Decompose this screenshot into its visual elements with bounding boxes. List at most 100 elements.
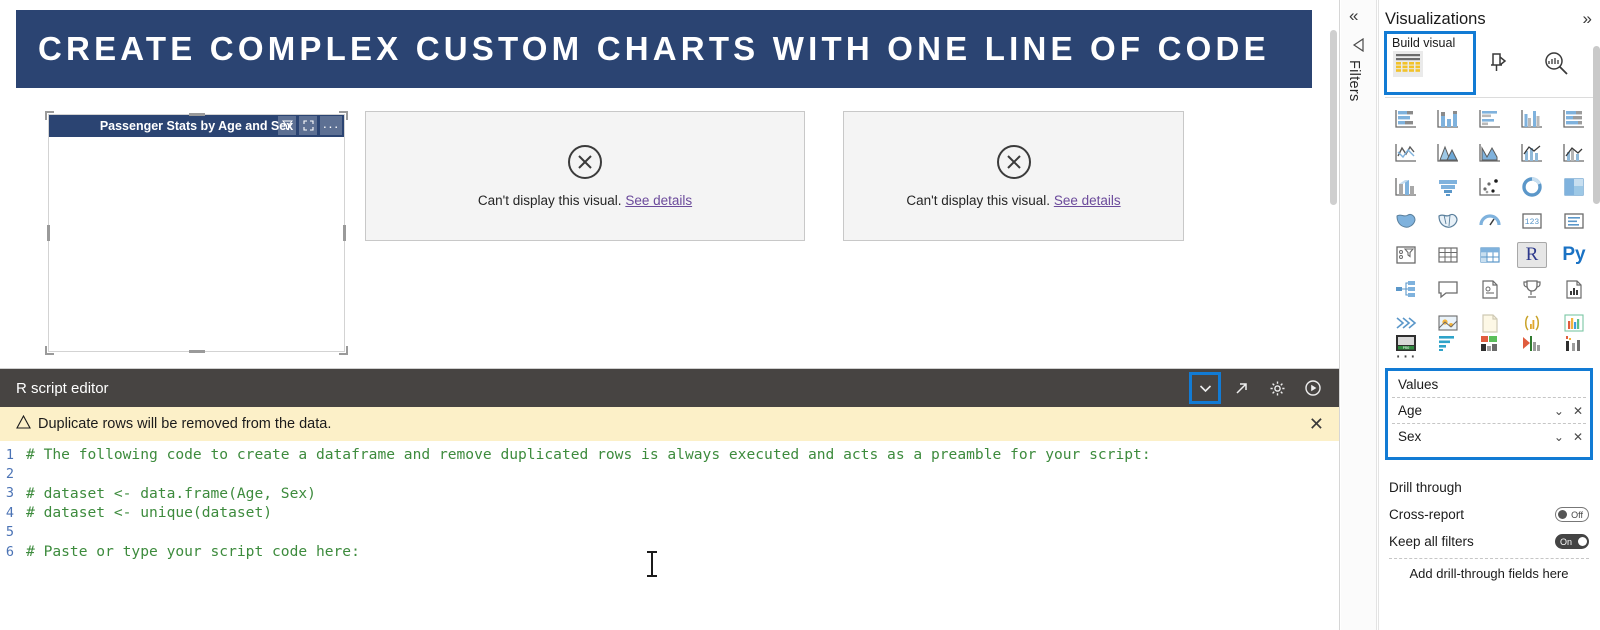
chevron-down-icon[interactable]: ⌄ (1554, 430, 1564, 444)
build-visual-tab[interactable]: Build visual (1384, 31, 1476, 95)
duplicate-rows-warning: Duplicate rows will be removed from the … (0, 407, 1340, 441)
pro-chart-icon[interactable]: PRO (1385, 328, 1427, 357)
filter-funnel-icon[interactable] (1350, 37, 1365, 57)
remove-field-icon[interactable]: ✕ (1573, 430, 1583, 444)
ribbon-chart-icon[interactable] (1385, 172, 1427, 201)
field-pill-age[interactable]: Age ⌄ ✕ (1388, 398, 1590, 423)
collapse-pane-icon[interactable]: « (1349, 6, 1358, 26)
visual-title: Passenger Stats by Age and Sex (99, 119, 294, 133)
resize-handle-top[interactable] (188, 113, 205, 116)
cross-report-row: Cross-report Off (1389, 501, 1595, 528)
r-script-editor: R script editor Duplicate rows will be r… (0, 368, 1340, 630)
funnel-chart-icon[interactable] (1427, 172, 1469, 201)
decomposition-tree-icon[interactable] (1385, 274, 1427, 303)
collapse-chevron-icon[interactable] (1189, 372, 1221, 404)
filters-label[interactable]: Filters (1346, 60, 1362, 102)
resize-handle-right[interactable] (343, 225, 346, 241)
error-x-circle-icon (568, 144, 602, 179)
code-line: 6 # Paste or type your script code here: (0, 542, 1340, 561)
keep-all-filters-toggle[interactable]: On (1555, 534, 1589, 549)
drill-through-dropzone[interactable]: Add drill-through fields here (1389, 562, 1589, 584)
expand-pane-icon[interactable]: » (1583, 9, 1592, 29)
settings-gear-icon[interactable] (1264, 375, 1290, 401)
keep-all-filters-label: Keep all filters (1389, 534, 1474, 549)
clustered-bar-chart-icon[interactable] (1469, 104, 1511, 133)
multi-row-card-icon[interactable] (1553, 206, 1595, 235)
filter-icon[interactable] (278, 116, 296, 135)
qna-icon[interactable] (1427, 274, 1469, 303)
focus-mode-icon[interactable] (299, 116, 317, 135)
gauge-icon[interactable] (1469, 206, 1511, 235)
viz-pane-scrollbar[interactable] (1593, 46, 1600, 204)
code-area[interactable]: 1 # The following code to create a dataf… (0, 441, 1340, 630)
chevron-down-icon[interactable]: ⌄ (1554, 404, 1564, 418)
line-chart-icon[interactable] (1385, 138, 1427, 167)
analytics-icon[interactable] (1539, 46, 1573, 80)
field-pill-sex[interactable]: Sex ⌄ ✕ (1388, 424, 1590, 449)
card-icon[interactable]: 123 (1511, 206, 1553, 235)
remove-field-icon[interactable]: ✕ (1573, 404, 1583, 418)
field-controls: ⌄ ✕ (1554, 430, 1590, 444)
resize-handle-bottom[interactable] (188, 350, 205, 353)
custom-visuals-row: PRO (1385, 328, 1595, 357)
stacked-column-chart-icon[interactable] (1427, 104, 1469, 133)
paginated-report-icon[interactable] (1469, 274, 1511, 303)
filled-map-icon[interactable] (1427, 206, 1469, 235)
error-message-text: Can't display this visual. (906, 192, 1051, 208)
visual-header-actions: ··· (278, 116, 342, 135)
resize-handle-top-left[interactable] (45, 111, 54, 120)
clustered-column-chart-icon[interactable] (1511, 104, 1553, 133)
key-influencers-icon[interactable] (1511, 274, 1553, 303)
app-root: CREATE COMPLEX CUSTOM CHARTS WITH ONE LI… (0, 0, 1600, 630)
editor-tool-buttons (1189, 372, 1340, 404)
area-chart-icon[interactable] (1427, 138, 1469, 167)
donut-chart-icon[interactable] (1511, 172, 1553, 201)
stacked-area-chart-icon[interactable] (1469, 138, 1511, 167)
drill-through-label: Drill through (1389, 480, 1462, 495)
cross-report-label: Cross-report (1389, 507, 1465, 522)
panel-divider (1339, 0, 1340, 630)
field-controls: ⌄ ✕ (1554, 404, 1590, 418)
treemap-icon[interactable] (1553, 172, 1595, 201)
horizontal-bar-icon[interactable] (1427, 328, 1469, 357)
cross-report-toggle[interactable]: Off (1555, 507, 1589, 522)
line-clustered-column-icon[interactable] (1553, 138, 1595, 167)
mekko-chart-icon[interactable] (1469, 328, 1511, 357)
drill-through-section: Drill through Cross-report Off Keep all … (1389, 474, 1595, 555)
matrix-icon[interactable] (1469, 240, 1511, 269)
python-visual-icon[interactable]: Py (1553, 240, 1595, 269)
resize-handle-left[interactable] (47, 225, 50, 241)
map-icon[interactable] (1385, 206, 1427, 235)
resize-handle-top-right[interactable] (339, 111, 348, 120)
hundred-percent-stacked-bar-icon[interactable] (1553, 104, 1595, 133)
banner-title: CREATE COMPLEX CUSTOM CHARTS WITH ONE LI… (38, 30, 1270, 67)
table-grid-icon (1393, 51, 1423, 77)
close-warning-icon[interactable]: ✕ (1309, 415, 1340, 433)
drill-dropzone-divider (1389, 558, 1589, 559)
field-label: Age (1398, 403, 1423, 418)
slicer-icon[interactable] (1385, 240, 1427, 269)
visual-error-2[interactable]: Can't display this visual. See details (843, 111, 1184, 241)
r-script-visual-icon[interactable]: R (1517, 241, 1547, 268)
line-content: # The following code to create a datafra… (26, 446, 1151, 464)
scatter-chart-icon[interactable] (1469, 172, 1511, 201)
code-line: 2 (0, 464, 1340, 483)
run-script-icon[interactable] (1300, 375, 1326, 401)
stacked-bar-chart-icon[interactable] (1385, 104, 1427, 133)
see-details-link[interactable]: See details (1054, 193, 1121, 208)
resize-handle-bottom-right[interactable] (339, 346, 348, 355)
visual-error-1[interactable]: Can't display this visual. See details (365, 111, 805, 241)
narrative-icon[interactable] (1553, 274, 1595, 303)
py-visual-label: Py (1562, 243, 1586, 265)
expand-arrow-icon[interactable] (1228, 375, 1254, 401)
resize-handle-bottom-left[interactable] (45, 346, 54, 355)
visual-passenger-stats[interactable]: Passenger Stats by Age and Sex ··· (45, 111, 348, 355)
sparkline-icon[interactable] (1553, 328, 1595, 357)
keep-all-filters-state: On (1560, 536, 1573, 547)
canvas-scrollbar[interactable] (1330, 30, 1337, 205)
bullet-chart-icon[interactable] (1511, 328, 1553, 357)
format-visual-icon[interactable] (1481, 46, 1515, 80)
line-stacked-column-icon[interactable] (1511, 138, 1553, 167)
see-details-link[interactable]: See details (625, 193, 692, 208)
table-icon[interactable] (1427, 240, 1469, 269)
